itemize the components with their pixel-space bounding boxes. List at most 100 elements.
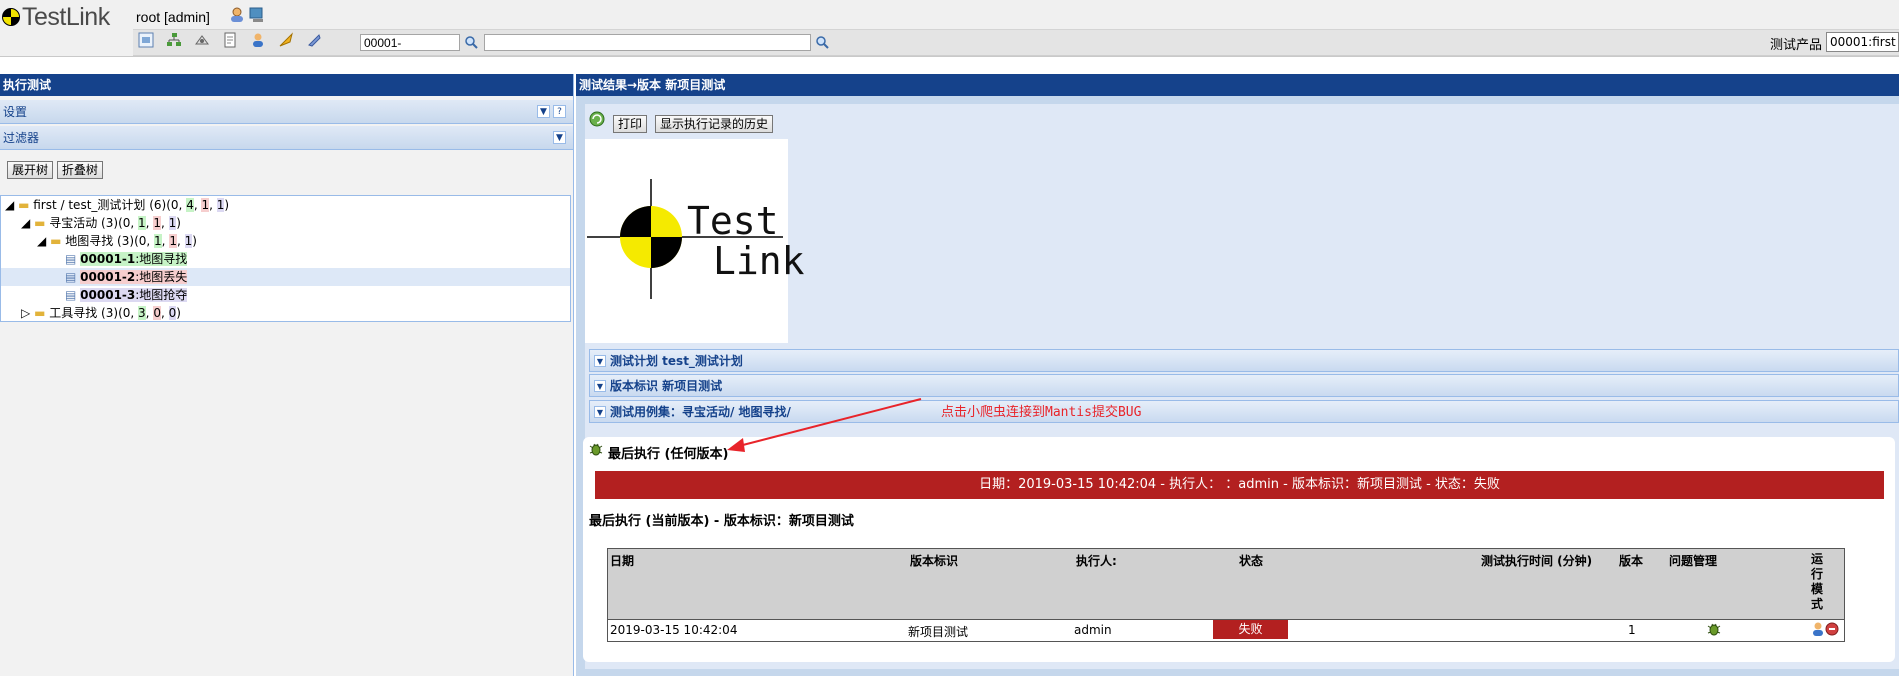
tree-node-label: 寻宝活动 (3) [49,216,119,230]
test-plan-icon[interactable] [222,32,238,48]
column-header-tester: 执行人: [1076,554,1117,568]
column-header-date: 日期 [610,554,635,568]
expanded-arrow-icon[interactable]: ◢ [5,198,14,212]
cell-tester: admin [1074,623,1112,637]
testplan-bar-label: 测试计划 test_测试计划 [610,354,743,368]
search-icon[interactable] [464,35,478,49]
folder-open-icon: ▬ [34,216,46,230]
count-pass: 3 [138,306,146,320]
product-select[interactable]: 00001:first ▼ [1826,32,1899,52]
testcase-icon: ▤ [65,288,77,302]
search-text-input[interactable] [484,34,811,51]
right-panel-title: 测试结果→版本 新项目测试 [576,74,1899,96]
left-panel-title: 执行测试 [0,74,573,96]
column-header-mode: 运行模式 [1811,552,1824,611]
testplan-section-bar[interactable]: ▼ 测试计划 test_测试计划 [589,349,1899,372]
filters-label: 过滤器 [3,131,40,145]
show-history-button[interactable]: 显示执行记录的历史 [655,115,774,133]
app-logo-text[interactable]: TestLink [22,3,110,32]
testcase-name: :地图寻找 [135,252,188,266]
chevron-down-icon[interactable]: ▼ [594,380,606,392]
testcase-id: 00001-3 [80,288,136,302]
settings-section[interactable]: 设置 ▼ ? [0,100,573,124]
collapsed-arrow-icon[interactable]: ▷ [21,306,30,320]
tree-node-testcase[interactable]: ▤ 00001-1:地图寻找 [65,250,188,268]
logout-icon[interactable] [248,6,266,24]
user-management-icon[interactable] [250,32,266,48]
tree-node-suite[interactable]: ◢ ▬ 地图寻找 (3)(0, 1, 1, 1) [37,232,197,250]
folder-open-icon: ▬ [18,198,30,212]
testcase-id-input[interactable]: 00001- [360,34,460,51]
product-label: 测试产品 [1770,38,1823,53]
count-not-run: 0 [138,234,147,248]
column-header-version: 版本 [1619,554,1644,568]
collapse-icon[interactable]: ▼ [537,105,550,118]
folder-open-icon: ▬ [50,234,62,248]
cell-status-failed: 失败 [1213,620,1288,639]
count-fail: 0 [153,306,161,320]
user-info: root [admin] [136,9,210,25]
user-settings-icon[interactable] [228,6,246,24]
cell-version: 1 [1628,623,1636,637]
chevron-down-icon[interactable]: ▼ [594,406,606,418]
expanded-arrow-icon[interactable]: ◢ [37,234,46,248]
count-pass: 1 [154,234,162,248]
tree-node-label: 工具寻找 (3) [49,306,119,320]
failed-status-banner: 日期：2019-03-15 10:42:04 - 执行人： ：admin - 版… [595,471,1884,499]
search-icon[interactable] [815,35,829,49]
execute-icon[interactable] [278,32,294,48]
test-specification-icon[interactable] [166,32,182,48]
requirements-icon[interactable] [194,32,210,48]
tree-node-label: first / test_测试计划 (6) [33,198,167,212]
tree-node-testcase[interactable]: ▤ 00001-3:地图抢夺 [65,286,188,304]
help-icon[interactable]: ? [553,105,566,118]
settings-label: 设置 [3,105,28,119]
count-not-run: 0 [170,198,179,212]
build-section-bar[interactable]: ▼ 版本标识 新项目测试 [589,374,1899,397]
testcase-name: :地图抢夺 [135,288,188,302]
logo-word-link: Link [713,239,805,283]
delete-execution-icon[interactable] [1825,621,1839,637]
left-panel: 执行测试 设置 ▼ ? 过滤器 ▼ 展开树 折叠树 [0,74,574,676]
execution-history-table: 日期 版本标识 执行人: 状态 测试执行时间 (分钟) 版本 问题管理 运行模式… [607,548,1845,642]
product-select-value: 00001:first [1830,35,1896,49]
filters-section[interactable]: 过滤器 ▼ [0,126,573,150]
count-fail: 1 [201,198,210,212]
tree-node-suite[interactable]: ▷ ▬ 工具寻找 (3)(0, 3, 0, 0) [21,304,181,322]
chevron-down-icon[interactable]: ▼ [594,355,606,367]
testlink-logo-image: Test Link [585,139,805,343]
build-bar-label: 版本标识 新项目测试 [610,379,723,393]
count-blocked: 1 [184,234,193,248]
bug-icon[interactable] [588,441,604,457]
tree-node-label: 地图寻找 (3) [65,234,135,248]
desktop-home-icon[interactable] [138,32,154,48]
count-pass: 4 [186,198,194,212]
testcase-id: 00001-2 [80,270,136,284]
expanded-arrow-icon[interactable]: ◢ [21,216,30,230]
collapse-icon[interactable]: ▼ [553,131,566,144]
testlink-logo-icon [2,8,20,26]
tree-node-suite[interactable]: ◢ ▬ 寻宝活动 (3)(0, 1, 1, 1) [21,214,181,232]
test-tree: ◢ ▬ first / test_测试计划 (6)(0, 4, 1, 1) ◢ … [0,195,571,322]
collapse-tree-button[interactable]: 折叠树 [56,161,103,179]
testcase-icon: ▤ [65,270,77,284]
last-execution-current-title: 最后执行 (当前版本) - 版本标识：新项目测试 [589,514,854,529]
tree-node-testcase-selected[interactable]: ▤ 00001-2:地图丢失 [1,268,570,286]
column-header-duration: 测试执行时间 (分钟) [1481,554,1593,568]
testcase-icon: ▤ [65,252,77,266]
count-blocked: 1 [168,216,177,230]
tree-node-root[interactable]: ◢ ▬ first / test_测试计划 (6)(0, 4, 1, 1) [5,196,229,214]
count-not-run: 0 [122,216,131,230]
testcase-name: :地图丢失 [135,270,188,284]
folder-closed-icon: ▬ [34,306,46,320]
last-execution-any-title: 最后执行 (任何版本) [608,447,729,462]
reports-icon[interactable] [306,32,322,48]
logo-word-test: Test [687,199,779,243]
print-button[interactable]: 打印 [613,115,648,133]
expand-tree-button[interactable]: 展开树 [7,161,54,179]
column-header-status: 状态 [1239,554,1264,568]
cell-build: 新项目测试 [908,625,969,639]
create-bug-icon[interactable] [1706,621,1722,637]
count-fail: 1 [169,234,177,248]
refresh-icon[interactable] [589,111,605,127]
